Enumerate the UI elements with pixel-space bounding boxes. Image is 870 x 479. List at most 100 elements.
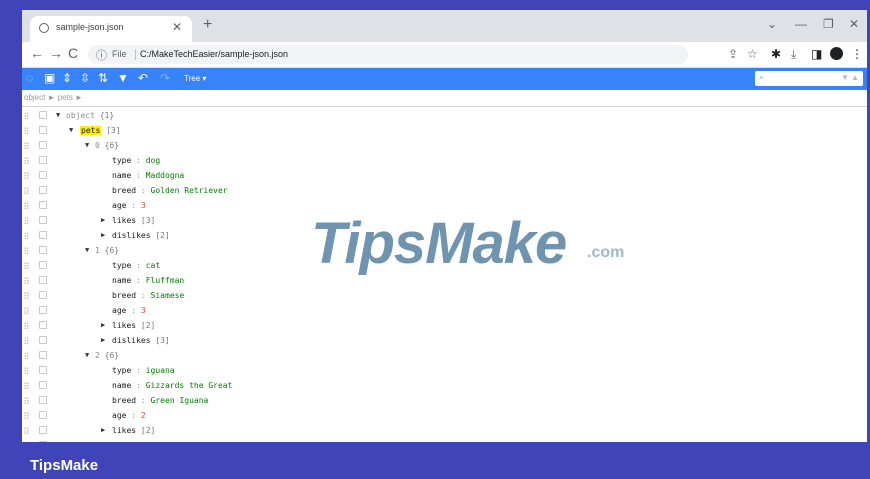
node-field[interactable]: name : Maddogna bbox=[112, 171, 184, 180]
node-value[interactable]: Golden Retriever bbox=[151, 186, 228, 195]
context-menu-icon[interactable] bbox=[39, 141, 47, 149]
tree-row[interactable]: ▼ 2 {6} bbox=[22, 348, 867, 363]
node-value[interactable]: Gizzards the Great bbox=[146, 381, 233, 390]
tree-row[interactable]: ▶ dislikes [2] bbox=[22, 438, 867, 442]
node-field[interactable]: object {1} bbox=[66, 111, 114, 120]
node-key[interactable]: name bbox=[112, 276, 131, 285]
back-arrow-icon[interactable]: ← bbox=[30, 45, 44, 61]
close-window-icon[interactable]: ✕ bbox=[849, 17, 859, 31]
sort-icon[interactable]: ⇅ bbox=[98, 71, 108, 85]
node-field[interactable]: age : 2 bbox=[112, 411, 146, 420]
node-value[interactable]: 3 bbox=[141, 306, 146, 315]
mode-selector[interactable]: Tree ▾ bbox=[184, 74, 206, 83]
node-value[interactable]: cat bbox=[146, 261, 160, 270]
tree-row[interactable]: name : Maddogna bbox=[22, 168, 867, 183]
menu-dots-icon[interactable]: ⋮ bbox=[851, 47, 863, 61]
node-field[interactable]: dislikes [2] bbox=[112, 441, 170, 442]
node-field[interactable]: age : 3 bbox=[112, 306, 146, 315]
drag-handle-icon[interactable] bbox=[24, 352, 29, 359]
node-value[interactable]: Siamese bbox=[151, 291, 185, 300]
drag-handle-icon[interactable] bbox=[24, 157, 29, 164]
node-field[interactable]: 2 {6} bbox=[95, 351, 119, 360]
drag-handle-icon[interactable] bbox=[24, 292, 29, 299]
node-field[interactable]: likes [2] bbox=[112, 321, 155, 330]
close-icon[interactable]: ✕ bbox=[172, 20, 182, 34]
sidepanel-icon[interactable]: ◨ bbox=[811, 47, 822, 61]
drag-handle-icon[interactable] bbox=[24, 412, 29, 419]
share-icon[interactable]: ⇪ bbox=[728, 47, 738, 61]
context-menu-icon[interactable] bbox=[39, 441, 47, 442]
new-tab-button[interactable]: + bbox=[203, 16, 212, 34]
node-field[interactable]: likes [2] bbox=[112, 426, 155, 435]
node-value[interactable]: Maddogna bbox=[146, 171, 185, 180]
search-input[interactable] bbox=[770, 72, 830, 84]
node-key[interactable]: age bbox=[112, 306, 126, 315]
tree-row[interactable]: age : 2 bbox=[22, 408, 867, 423]
collapsed-arrow-icon[interactable]: ▶ bbox=[101, 231, 105, 239]
drag-handle-icon[interactable] bbox=[24, 382, 29, 389]
node-key[interactable]: breed bbox=[112, 186, 136, 195]
expanded-arrow-icon[interactable]: ▼ bbox=[69, 126, 73, 134]
tree-row[interactable]: type : iguana bbox=[22, 363, 867, 378]
context-menu-icon[interactable] bbox=[39, 366, 47, 374]
context-menu-icon[interactable] bbox=[39, 246, 47, 254]
drag-handle-icon[interactable] bbox=[24, 232, 29, 239]
node-key[interactable]: likes bbox=[112, 426, 136, 435]
extensions-icon[interactable]: ✱ bbox=[771, 47, 781, 61]
star-icon[interactable]: ☆ bbox=[747, 47, 758, 61]
node-field[interactable]: breed : Siamese bbox=[112, 291, 184, 300]
expanded-arrow-icon[interactable]: ▼ bbox=[85, 246, 89, 254]
tree-row[interactable]: ▶ likes [2] bbox=[22, 318, 867, 333]
tree-row[interactable]: breed : Golden Retriever bbox=[22, 183, 867, 198]
collapsed-arrow-icon[interactable]: ▶ bbox=[101, 336, 105, 344]
drag-handle-icon[interactable] bbox=[24, 277, 29, 284]
browser-tab[interactable]: sample-json.json ✕ bbox=[30, 16, 192, 42]
drag-handle-icon[interactable] bbox=[24, 427, 29, 434]
tab-search-chevron-icon[interactable]: ⌄ bbox=[767, 17, 777, 31]
tree-row[interactable]: ▼ 0 {6} bbox=[22, 138, 867, 153]
context-menu-icon[interactable] bbox=[39, 201, 47, 209]
context-menu-icon[interactable] bbox=[39, 126, 47, 134]
node-key[interactable]: dislikes bbox=[112, 336, 151, 345]
tree-row[interactable]: type : dog bbox=[22, 153, 867, 168]
drag-handle-icon[interactable] bbox=[24, 247, 29, 254]
reload-icon[interactable]: C bbox=[68, 45, 78, 61]
drag-handle-icon[interactable] bbox=[24, 202, 29, 209]
node-field[interactable]: likes [3] bbox=[112, 216, 155, 225]
node-field[interactable]: age : 3 bbox=[112, 201, 146, 210]
tree-row[interactable]: ▶ likes [2] bbox=[22, 423, 867, 438]
download-icon[interactable]: ⤓ bbox=[791, 47, 796, 62]
node-key[interactable]: dislikes bbox=[112, 231, 151, 240]
context-menu-icon[interactable] bbox=[39, 351, 47, 359]
node-key[interactable]: age bbox=[112, 201, 126, 210]
tree-row[interactable]: breed : Green Iguana bbox=[22, 393, 867, 408]
drag-handle-icon[interactable] bbox=[24, 187, 29, 194]
node-value[interactable]: Green Iguana bbox=[151, 396, 209, 405]
context-menu-icon[interactable] bbox=[39, 321, 47, 329]
url-text[interactable]: C:/MakeTechEasier/sample-json.json bbox=[140, 49, 288, 59]
node-key[interactable]: type bbox=[112, 156, 131, 165]
tree-row[interactable]: breed : Siamese bbox=[22, 288, 867, 303]
node-field[interactable]: dislikes [3] bbox=[112, 336, 170, 345]
node-key[interactable]: likes bbox=[112, 216, 136, 225]
node-key[interactable]: name bbox=[112, 381, 131, 390]
drag-handle-icon[interactable] bbox=[24, 397, 29, 404]
node-field[interactable]: type : dog bbox=[112, 156, 160, 165]
redo-icon[interactable]: ↷ bbox=[160, 71, 170, 85]
collapsed-arrow-icon[interactable]: ▶ bbox=[101, 426, 105, 434]
node-field[interactable]: name : Gizzards the Great bbox=[112, 381, 232, 390]
expand-all-icon[interactable]: ⇕ bbox=[62, 71, 72, 85]
node-field[interactable]: 0 {6} bbox=[95, 141, 119, 150]
drag-handle-icon[interactable] bbox=[24, 307, 29, 314]
maximize-icon[interactable]: ❐ bbox=[823, 17, 834, 31]
node-field[interactable]: dislikes [2] bbox=[112, 231, 170, 240]
address-bar[interactable]: ⓘ File C:/MakeTechEasier/sample-json.jso… bbox=[88, 45, 688, 64]
undo-icon[interactable]: ↶ bbox=[138, 71, 148, 85]
tree-row[interactable]: ▼ pets [3] bbox=[22, 123, 867, 138]
drag-handle-icon[interactable] bbox=[24, 262, 29, 269]
collapsed-arrow-icon[interactable]: ▶ bbox=[101, 216, 105, 224]
drag-handle-icon[interactable] bbox=[24, 112, 29, 119]
node-key[interactable]: dislikes bbox=[112, 441, 151, 442]
node-key[interactable]: breed bbox=[112, 291, 136, 300]
node-field[interactable]: type : cat bbox=[112, 261, 160, 270]
